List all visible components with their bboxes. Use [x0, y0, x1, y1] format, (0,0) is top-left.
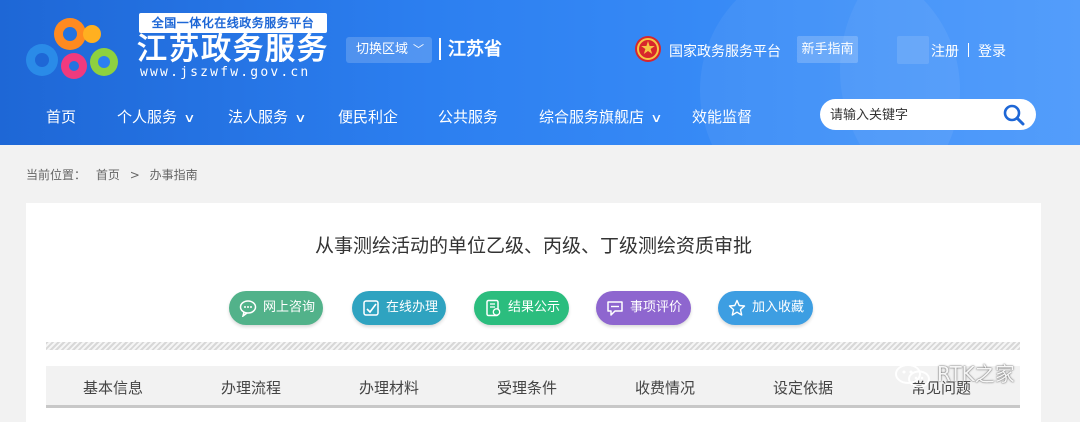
document-check-icon: [486, 299, 501, 317]
action-label: 加入收藏: [752, 300, 805, 315]
watermark-text: RTK之家: [937, 362, 1015, 386]
action-label: 事项评价: [630, 300, 683, 315]
nav-item-label: 综合服务旗舰店: [539, 108, 645, 126]
star-icon: [728, 299, 746, 316]
tab-materials[interactable]: 办理材料: [359, 377, 419, 398]
nav-item-label: 效能监督: [692, 108, 753, 126]
nav-item-label: 便民利企: [338, 108, 399, 126]
region-name: 江苏省: [448, 39, 502, 60]
search-icon[interactable]: [1002, 103, 1026, 127]
breadcrumb-home-link[interactable]: 首页: [96, 168, 120, 182]
nav-item-label: 个人服务: [117, 108, 178, 126]
beginner-guide-button[interactable]: 新手指南: [797, 36, 858, 63]
chevron-down-icon: ∨: [183, 111, 196, 125]
nav-item-convenience[interactable]: 便民利企: [338, 106, 398, 127]
region-switch-button[interactable]: 切换区域 ﹀: [346, 37, 432, 63]
result-public-button[interactable]: 结果公示: [474, 291, 569, 325]
nav-item-label: 首页: [46, 108, 77, 126]
search-input[interactable]: [830, 105, 990, 125]
nav-item-personal-services[interactable]: 个人服务 ∨: [117, 106, 196, 127]
breadcrumb-current: 办事指南: [149, 168, 198, 182]
nav-item-flagship-store[interactable]: 综合服务旗舰店 ∨: [539, 106, 663, 127]
site-name[interactable]: 江苏政务服务: [137, 33, 329, 67]
chevron-down-icon: ∨: [650, 111, 663, 125]
search-box: [820, 99, 1036, 130]
action-label: 在线办理: [386, 300, 439, 315]
nav-item-supervision[interactable]: 效能监督: [692, 106, 752, 127]
edit-icon: [363, 300, 379, 316]
region-divider: [439, 38, 441, 60]
breadcrumb-separator: >: [129, 168, 140, 182]
nav-item-home[interactable]: 首页: [46, 106, 76, 127]
online-consult-button[interactable]: 网上咨询: [229, 291, 323, 325]
user-placeholder: [897, 36, 929, 64]
add-favorite-button[interactable]: 加入收藏: [718, 291, 813, 325]
comment-icon: [607, 301, 623, 316]
breadcrumb-prefix: 当前位置：: [26, 168, 87, 182]
region-switch-label: 切换区域: [356, 42, 409, 57]
site-logo[interactable]: [22, 12, 122, 84]
nav-item-public-services[interactable]: 公共服务: [438, 106, 498, 127]
chevron-down-icon: ﹀: [413, 43, 424, 56]
tab-conditions[interactable]: 受理条件: [497, 377, 557, 398]
breadcrumb: 当前位置： 首页 > 办事指南: [26, 166, 204, 183]
item-evaluation-button[interactable]: 事项评价: [596, 291, 691, 325]
chevron-down-icon: ∨: [294, 111, 307, 125]
platform-slogan: 全国一体化在线政务服务平台: [139, 13, 327, 33]
page-title: 从事测绘活动的单位乙级、丙级、丁级测绘资质审批: [314, 235, 752, 257]
online-handle-button[interactable]: 在线办理: [352, 291, 446, 325]
tab-legal-basis[interactable]: 设定依据: [773, 377, 833, 398]
nav-item-corporate-services[interactable]: 法人服务 ∨: [228, 106, 307, 127]
national-emblem-icon: [635, 36, 661, 62]
site-header: 全国一体化在线政务服务平台 江苏政务服务 www.jszwfw.gov.cn 切…: [0, 0, 1080, 145]
tab-basic-info[interactable]: 基本信息: [83, 377, 143, 398]
tab-process[interactable]: 办理流程: [221, 377, 281, 398]
wechat-icon: [895, 363, 930, 387]
action-label: 网上咨询: [263, 300, 316, 315]
nav-item-label: 法人服务: [228, 108, 289, 126]
register-link[interactable]: 注册: [931, 41, 959, 61]
service-guide-card: 从事测绘活动的单位乙级、丙级、丁级测绘资质审批 网上咨询 在线办理 结果公示 事…: [26, 203, 1041, 422]
watermark: RTK之家: [893, 358, 1015, 390]
chat-icon: [239, 300, 257, 317]
national-platform-link[interactable]: 国家政务服务平台: [669, 41, 781, 61]
divider-stripe: [46, 342, 1020, 350]
site-url: www.jszwfw.gov.cn: [140, 65, 311, 80]
nav-item-label: 公共服务: [438, 108, 499, 126]
auth-divider: [968, 43, 969, 57]
login-link[interactable]: 登录: [978, 41, 1006, 61]
action-label: 结果公示: [508, 300, 561, 315]
tab-fees[interactable]: 收费情况: [635, 377, 695, 398]
guide-tabs: 基本信息 办理流程 办理材料 受理条件 收费情况 设定依据 常见问题: [46, 366, 1020, 408]
